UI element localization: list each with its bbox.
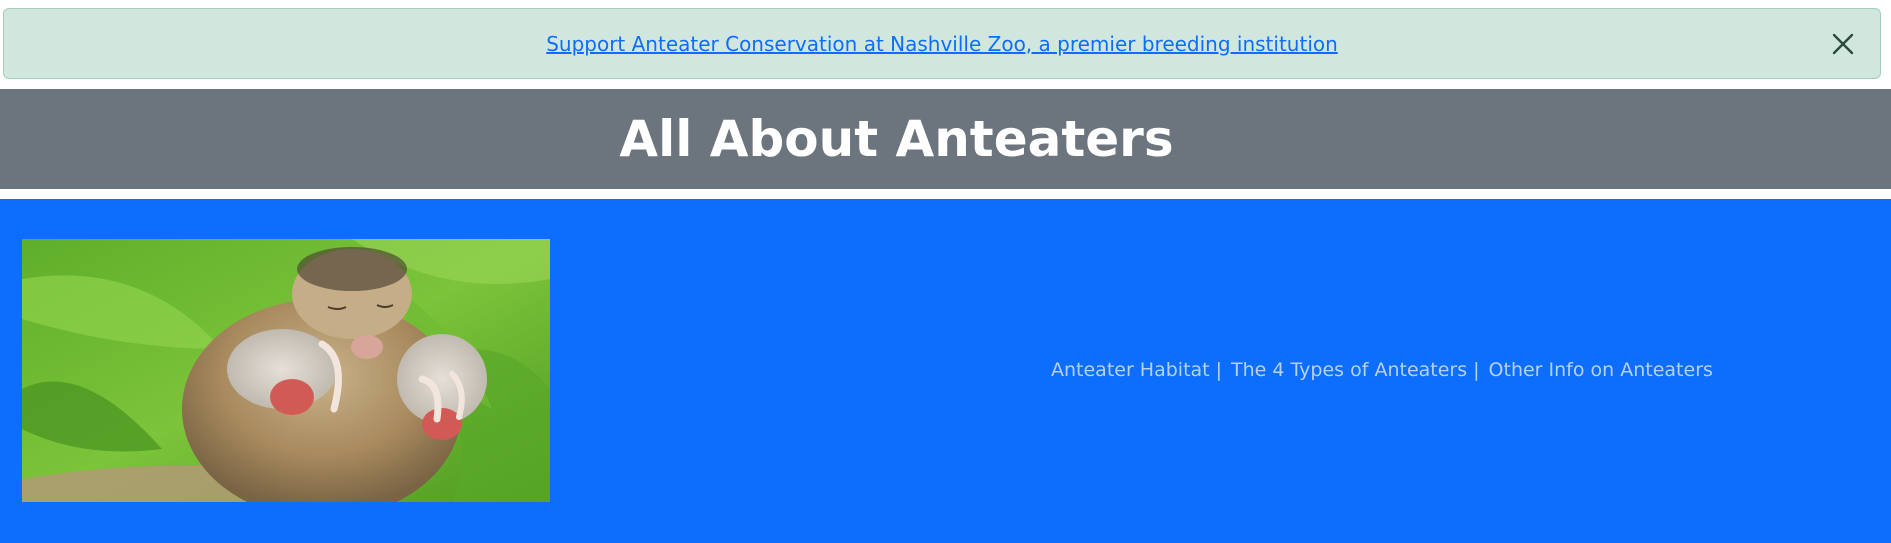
anteater-photo bbox=[22, 239, 550, 502]
nav-link-other-info[interactable]: Other Info on Anteaters bbox=[1489, 359, 1713, 381]
page-header: All About Anteaters bbox=[0, 89, 1891, 189]
page-title: All About Anteaters bbox=[619, 110, 1174, 168]
nav-link-habitat[interactable]: Anteater Habitat bbox=[1051, 359, 1210, 381]
main-banner: Anteater Habitat | The 4 Types of Anteater… bbox=[0, 199, 1891, 543]
close-icon[interactable] bbox=[1830, 31, 1856, 57]
nav-separator: | bbox=[1215, 359, 1223, 381]
conservation-link[interactable]: Support Anteater Conservation at Nashvil… bbox=[546, 32, 1338, 56]
nav-link-types[interactable]: The 4 Types of Anteaters bbox=[1231, 359, 1467, 381]
nav-separator: | bbox=[1473, 359, 1480, 381]
conservation-alert: Support Anteater Conservation at Nashvil… bbox=[3, 8, 1881, 79]
anteater-nav: Anteater Habitat | The 4 Types of Anteater… bbox=[1051, 359, 1713, 381]
